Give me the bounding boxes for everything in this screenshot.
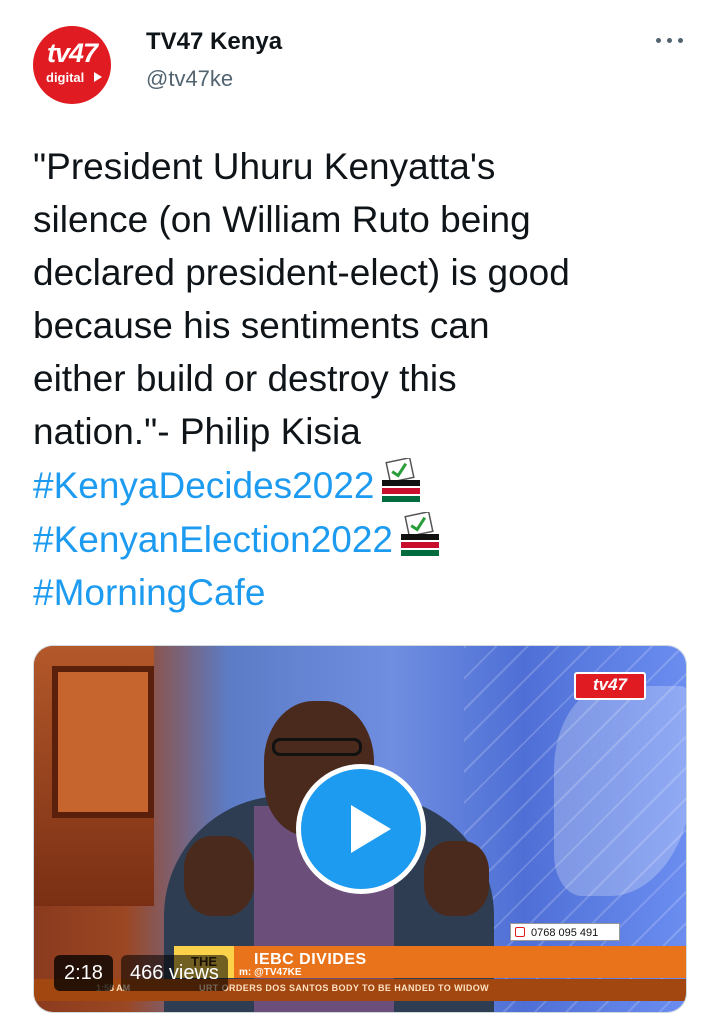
video-player[interactable]: tv47 0768 095 491 THE IEBC DIVIDES m: @T… [33, 645, 687, 1013]
more-options-icon[interactable] [650, 26, 690, 56]
avatar-logo-subtext: digital [46, 70, 85, 85]
ballot-box-icon [382, 458, 421, 502]
lower-third-follow: m: @TV47KE [239, 967, 302, 978]
glasses [272, 738, 362, 756]
phone-number-text: 0768 095 491 [531, 927, 599, 939]
tweet-text-line: either build or destroy this [33, 358, 457, 399]
tweet-text-line: silence (on William Ruto being [33, 199, 531, 240]
tweet-text: "President Uhuru Kenyatta's silence (on … [33, 140, 693, 619]
channel-logo: tv47 [574, 672, 646, 700]
phone-icon [515, 927, 525, 937]
tweet-text-line: declared president-elect) is good [33, 252, 570, 293]
avatar-logo-text: tv47 [46, 38, 98, 68]
video-duration: 2:18 [54, 955, 113, 991]
hashtag-link[interactable]: #MorningCafe [33, 572, 265, 613]
tweet-text-line: nation."- Philip Kisia [33, 411, 361, 452]
play-icon [94, 72, 102, 82]
tweet-text-line: because his sentiments can [33, 305, 490, 346]
hashtag-link[interactable]: #KenyaDecides2022 [33, 465, 374, 506]
tweet-text-line: "President Uhuru Kenyatta's [33, 146, 496, 187]
wall-frame [34, 646, 154, 906]
hashtag-link[interactable]: #KenyanElection2022 [33, 519, 393, 560]
ticker-text: URT ORDERS DOS SANTOS BODY TO BE HANDED … [199, 983, 490, 993]
play-button[interactable] [296, 764, 426, 894]
play-icon [351, 805, 391, 853]
tweet-header: tv47 digital TV47 Kenya @tv47ke [0, 0, 720, 120]
display-name[interactable]: TV47 Kenya [146, 28, 282, 56]
user-handle[interactable]: @tv47ke [146, 66, 233, 92]
view-count: 466 views [121, 955, 228, 991]
phone-number: 0768 095 491 [510, 923, 620, 941]
avatar[interactable]: tv47 digital [33, 26, 111, 104]
ballot-box-icon [401, 512, 440, 556]
